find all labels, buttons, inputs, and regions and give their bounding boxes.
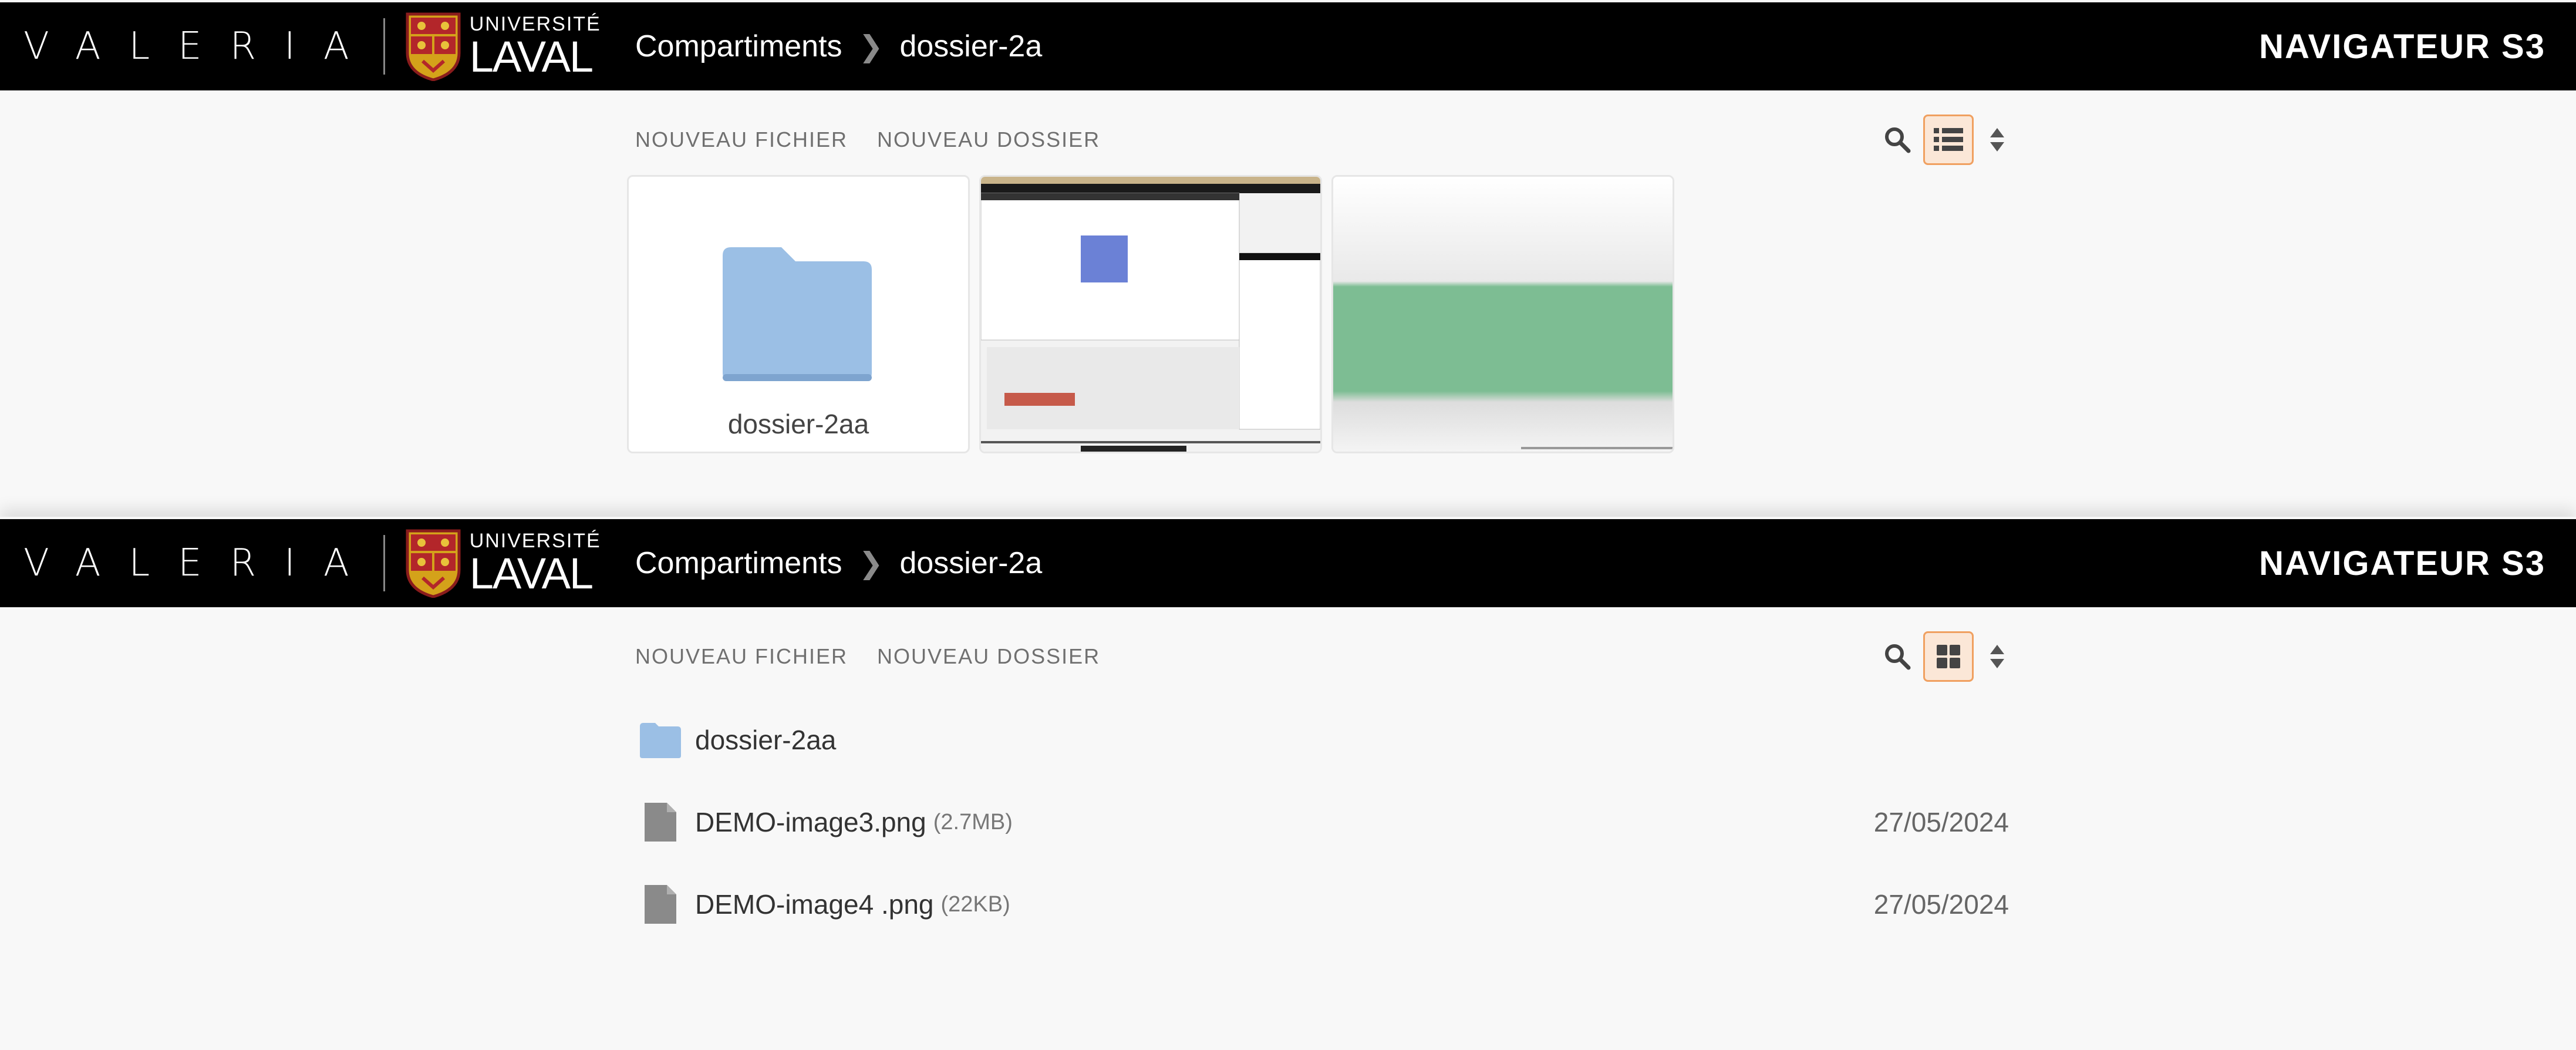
brand-logo-area[interactable]: VALERIA UNIVERSITÉ LAVAL — [23, 519, 601, 607]
new-file-button[interactable]: NOUVEAU FICHIER — [635, 127, 848, 152]
folder-icon — [640, 723, 681, 758]
row-date: 27/05/2024 — [1873, 889, 2009, 920]
toggle-grid-view-button[interactable] — [1923, 631, 1974, 682]
list-row-file[interactable]: DEMO-image4 .png (22KB) 27/05/2024 — [635, 863, 2009, 945]
search-button[interactable] — [1881, 640, 1914, 673]
breadcrumb-root-link[interactable]: Compartiments — [635, 546, 842, 581]
valeria-logo: VALERIA — [23, 541, 377, 585]
laval-label: LAVAL — [469, 549, 594, 598]
row-name: dossier-2aa — [695, 725, 837, 755]
breadcrumb: Compartiments ❯ dossier-2a — [635, 2, 1042, 90]
university-label: UNIVERSITÉ — [469, 13, 601, 35]
view-tools — [1881, 115, 2009, 165]
brand-divider — [383, 18, 385, 75]
sort-icon — [1990, 128, 2004, 152]
grid-tile-image-green[interactable] — [1331, 175, 1674, 453]
chevron-right-icon: ❯ — [858, 547, 884, 580]
app-title: NAVIGATEUR S3 — [2259, 544, 2545, 583]
folder-icon — [723, 247, 872, 381]
new-folder-button[interactable]: NOUVEAU DOSSIER — [877, 127, 1100, 152]
search-icon — [1885, 127, 1911, 153]
row-name: DEMO-image4 .png — [695, 889, 934, 920]
breadcrumb: Compartiments ❯ dossier-2a — [635, 519, 1042, 607]
row-size: (22KB) — [940, 891, 1010, 917]
app-title: NAVIGATEUR S3 — [2259, 27, 2545, 66]
brand-logo-area[interactable]: VALERIA UNIVERSITÉ LAVAL — [23, 2, 601, 90]
toolbar: NOUVEAU FICHIER NOUVEAU DOSSIER — [635, 631, 2009, 682]
breadcrumb-current: dossier-2a — [899, 29, 1043, 63]
sort-button[interactable] — [1985, 639, 2009, 674]
file-icon — [645, 885, 676, 924]
search-button[interactable] — [1881, 123, 1914, 156]
row-date: 27/05/2024 — [1873, 807, 2009, 837]
brand-divider — [383, 535, 385, 591]
row-name: DEMO-image3.png — [695, 807, 926, 837]
laval-shield-icon — [406, 12, 461, 81]
row-size: (2.7MB) — [933, 809, 1013, 834]
grid-tile-image-screenshot[interactable] — [979, 175, 1322, 453]
sort-icon — [1990, 645, 2004, 668]
laval-shield-icon — [406, 529, 461, 598]
file-list: dossier-2aa DEMO-image3.png (2.7MB) 27/0… — [635, 699, 2009, 945]
search-icon — [1885, 644, 1911, 670]
file-grid: dossier-2aa — [627, 175, 1684, 453]
list-row-folder[interactable]: dossier-2aa — [635, 699, 2009, 781]
valeria-logo: VALERIA — [23, 25, 377, 68]
tile-label: dossier-2aa — [727, 409, 869, 439]
grid-view-icon — [1937, 645, 1960, 668]
university-label: UNIVERSITÉ — [469, 530, 601, 552]
list-view-icon — [1934, 128, 1963, 151]
screenshot-thumbnail-image — [981, 177, 1320, 452]
breadcrumb-root-link[interactable]: Compartiments — [635, 29, 842, 64]
top-header: VALERIA UNIVERSITÉ LAVAL Compartiments ❯… — [0, 519, 2576, 607]
new-file-button[interactable]: NOUVEAU FICHIER — [635, 644, 848, 669]
university-laval-wordmark: UNIVERSITÉ LAVAL — [470, 14, 601, 79]
list-row-file[interactable]: DEMO-image3.png (2.7MB) 27/05/2024 — [635, 781, 2009, 863]
university-laval-wordmark: UNIVERSITÉ LAVAL — [470, 531, 601, 595]
file-icon — [645, 803, 676, 842]
chevron-right-icon: ❯ — [858, 30, 884, 63]
top-header: VALERIA UNIVERSITÉ LAVAL Compartiments ❯… — [0, 2, 2576, 90]
toolbar: NOUVEAU FICHIER NOUVEAU DOSSIER — [635, 115, 2009, 165]
laval-label: LAVAL — [469, 32, 594, 81]
new-folder-button[interactable]: NOUVEAU DOSSIER — [877, 644, 1100, 669]
grid-tile-folder[interactable]: dossier-2aa — [627, 175, 970, 453]
grid-view-pane: VALERIA UNIVERSITÉ LAVAL Compartiments ❯… — [0, 0, 2576, 517]
sort-button[interactable] — [1985, 122, 2009, 157]
view-tools — [1881, 631, 2009, 682]
green-band-thumbnail-image — [1333, 177, 1673, 452]
list-view-pane: VALERIA UNIVERSITÉ LAVAL Compartiments ❯… — [0, 517, 2576, 1050]
toggle-list-view-button[interactable] — [1923, 115, 1974, 165]
breadcrumb-current: dossier-2a — [899, 546, 1043, 580]
